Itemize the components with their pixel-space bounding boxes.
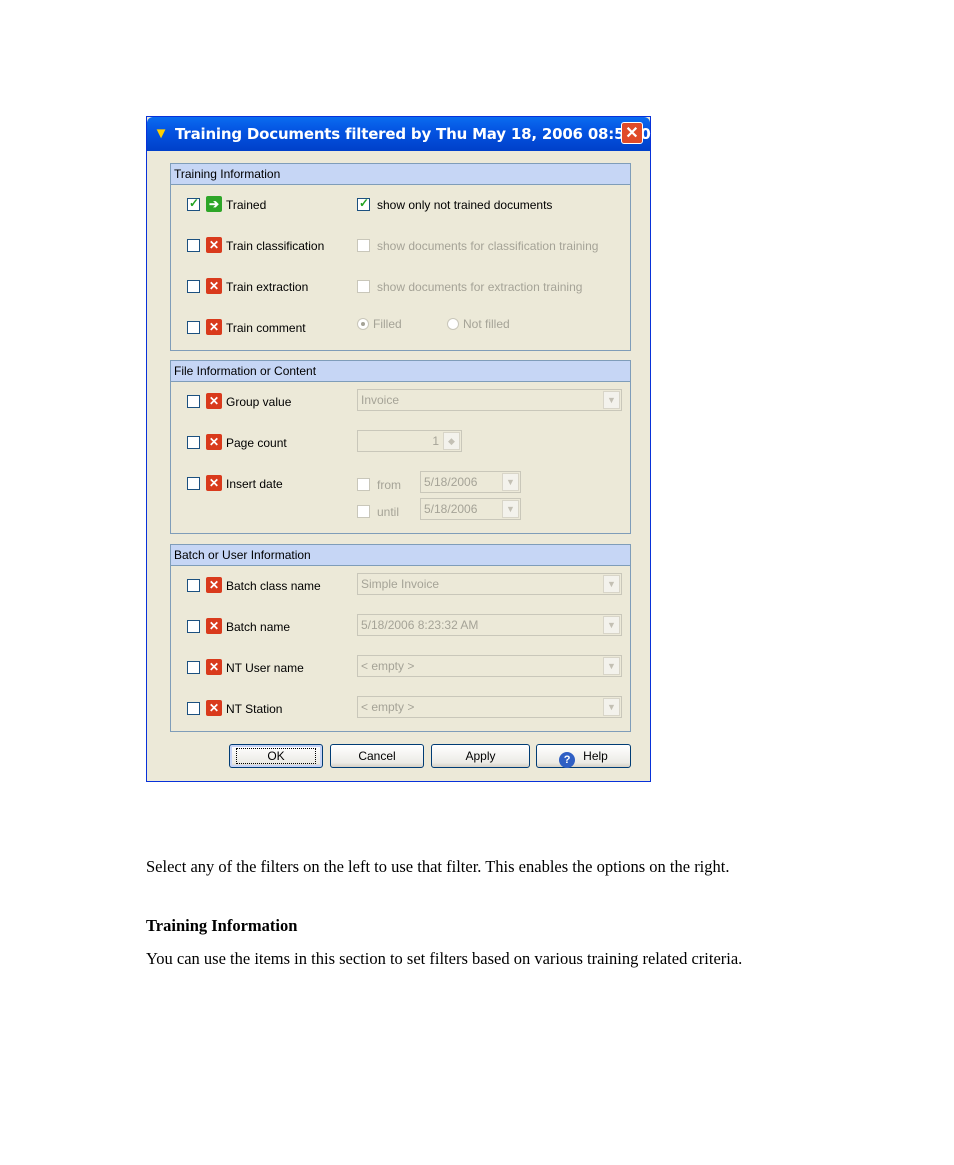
training-section: Training Information ➔ Trained show only… [170,163,631,351]
title-bar[interactable]: ▼ Training Documents filtered by Thu May… [147,117,667,151]
nt-station-label: NT Station [226,702,283,716]
ok-button[interactable]: OK [229,744,323,768]
section-heading: Batch or User Information [171,545,630,566]
page-count-value: 1 [432,434,439,448]
page-count-label: Page count [226,436,287,450]
group-value-checkbox[interactable] [187,395,200,408]
nt-station-select[interactable]: < empty > ▼ [357,696,622,718]
batch-class-select[interactable]: Simple Invoice ▼ [357,573,622,595]
batch-info-section: Batch or User Information ✕ Batch class … [170,544,631,732]
section-heading: Training Information [171,164,630,185]
train-comment-checkbox[interactable] [187,321,200,334]
train-comment-label: Train comment [226,321,306,335]
show-classification-checkbox[interactable] [357,239,370,252]
training-paragraph: You can use the items in this section to… [146,949,743,968]
red-x-icon: ✕ [206,475,222,491]
page-count-stepper[interactable]: 1 ◆ [357,430,462,452]
group-value-label: Group value [226,395,292,409]
train-classification-label: Train classification [226,239,325,253]
intro-paragraph: Select any of the filters on the left to… [146,857,730,876]
filter-icon: ▼ [153,125,169,142]
nt-user-select[interactable]: < empty > ▼ [357,655,622,677]
batch-class-checkbox[interactable] [187,579,200,592]
train-classification-row: ✕ Train classification show documents fo… [187,236,627,256]
show-not-trained-label: show only not trained documents [377,198,553,212]
show-extraction-label: show documents for extraction training [377,280,583,294]
insert-date-checkbox[interactable] [187,477,200,490]
batch-name-select[interactable]: 5/18/2006 8:23:32 AM ▼ [357,614,622,636]
batch-name-label: Batch name [226,620,291,634]
red-x-icon: ✕ [206,319,222,335]
spin-arrows-icon[interactable]: ◆ [443,432,460,450]
red-x-icon: ✕ [206,434,222,450]
apply-button[interactable]: Apply [431,744,530,768]
chevron-down-icon: ▼ [502,500,519,518]
filled-label: Filled [373,317,402,331]
from-date-value: 5/18/2006 [424,475,478,489]
until-checkbox[interactable] [357,505,370,518]
red-x-icon: ✕ [206,659,222,675]
close-button[interactable]: ✕ [621,122,643,144]
batch-name-value: 5/18/2006 8:23:32 AM [361,618,479,632]
train-classification-checkbox[interactable] [187,239,200,252]
trained-checkbox[interactable] [187,196,200,211]
chevron-down-icon: ▼ [603,698,620,716]
train-extraction-checkbox[interactable] [187,280,200,293]
from-date-picker[interactable]: 5/18/2006 ▼ [420,471,521,493]
chevron-down-icon: ▼ [603,616,620,634]
batch-class-value: Simple Invoice [361,577,440,591]
file-info-section: File Information or Content ✕ Group valu… [170,360,631,534]
help-button[interactable]: ? Help [536,744,631,768]
group-value-text: Invoice [361,393,400,407]
red-x-icon: ✕ [206,577,222,593]
section-heading: File Information or Content [171,361,630,382]
cancel-button[interactable]: Cancel [330,744,424,768]
help-icon: ? [559,752,576,768]
not-filled-label: Not filled [463,317,510,331]
red-x-icon: ✕ [206,393,222,409]
until-label: until [377,505,400,519]
batch-class-label: Batch class name [226,579,321,593]
show-classification-label: show documents for classification traini… [377,239,599,253]
red-x-icon: ✕ [206,618,222,634]
green-arrow-icon: ➔ [206,196,222,212]
nt-user-checkbox[interactable] [187,661,200,674]
red-x-icon: ✕ [206,700,222,716]
nt-user-value: < empty > [361,659,415,673]
train-comment-row: ✕ Train comment Filled Not filled [187,317,627,338]
from-checkbox[interactable] [357,478,370,491]
insert-date-row: ✕ Insert date from until [187,474,627,519]
nt-user-label: NT User name [226,661,304,675]
from-label: from [377,478,401,492]
trained-row: ➔ Trained show only not trained document… [187,195,627,215]
page-count-checkbox[interactable] [187,436,200,449]
insert-date-label: Insert date [226,477,283,491]
filter-dialog: ▼ Training Documents filtered by Thu May… [146,116,667,782]
chevron-down-icon: ▼ [603,575,620,593]
section-heading-text: Training Information [146,916,298,935]
show-not-trained-checkbox[interactable] [357,196,370,211]
not-filled-radio[interactable] [447,318,459,330]
train-extraction-row: ✕ Train extraction show documents for ex… [187,277,627,297]
help-label: Help [583,749,608,763]
chevron-down-icon: ▼ [603,391,620,409]
show-extraction-checkbox[interactable] [357,280,370,293]
dialog-title: Training Documents filtered by Thu May 1… [175,125,668,143]
until-date-picker[interactable]: 5/18/2006 ▼ [420,498,521,520]
ok-label: OK [236,748,316,764]
red-x-icon: ✕ [206,278,222,294]
until-date-value: 5/18/2006 [424,502,478,516]
nt-station-checkbox[interactable] [187,702,200,715]
chevron-down-icon: ▼ [502,473,519,491]
group-value-select[interactable]: Invoice ▼ [357,389,622,411]
chevron-down-icon: ▼ [603,657,620,675]
batch-name-checkbox[interactable] [187,620,200,633]
red-x-icon: ✕ [206,237,222,253]
train-extraction-label: Train extraction [226,280,309,294]
trained-label: Trained [226,198,267,212]
nt-station-value: < empty > [361,700,415,714]
filled-radio[interactable] [357,318,369,330]
